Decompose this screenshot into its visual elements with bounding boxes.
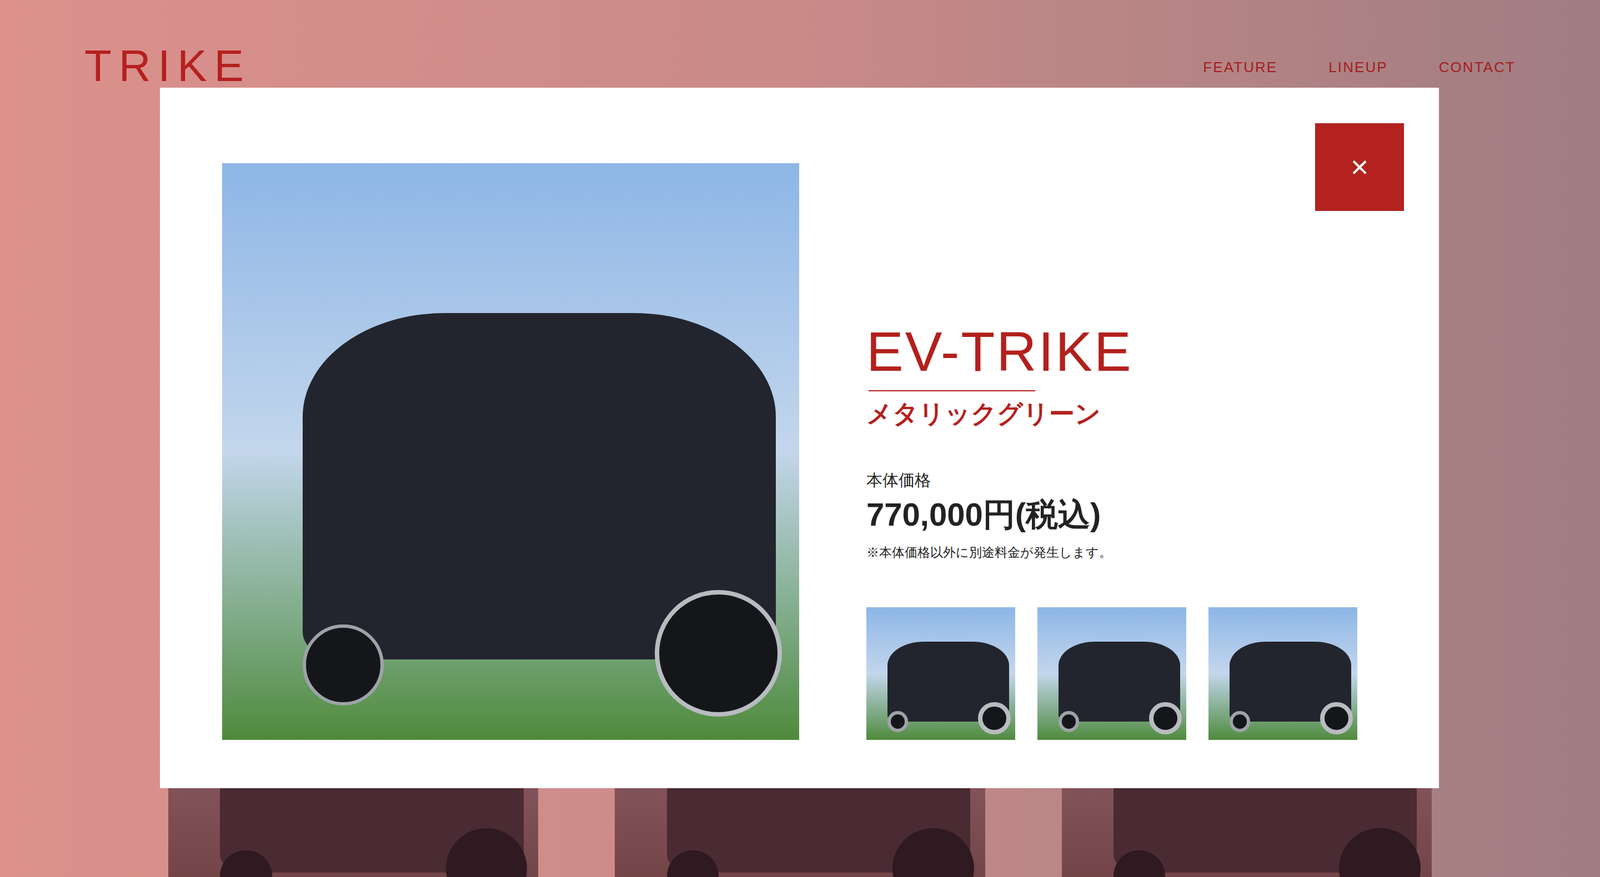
main-photo xyxy=(222,163,800,741)
thumbnail-list xyxy=(866,607,1358,741)
logo[interactable]: TRIKE xyxy=(84,43,252,89)
product-title: EV-TRIKE xyxy=(866,323,1358,380)
wheel-icon xyxy=(302,624,384,706)
wheel-icon xyxy=(977,702,1011,736)
close-button[interactable]: × xyxy=(1315,123,1404,212)
thumbnail[interactable] xyxy=(1037,607,1187,741)
thumbnail[interactable] xyxy=(1208,607,1358,741)
nav-link[interactable]: CONTACT xyxy=(1438,56,1516,79)
wheel-icon xyxy=(1149,702,1182,736)
price-label: 本体価格 xyxy=(866,470,1358,491)
wheel-icon xyxy=(1229,711,1251,733)
wheel-icon xyxy=(654,590,782,718)
thumbnail[interactable] xyxy=(866,607,1016,741)
color-name: メタリックグリーン xyxy=(866,398,1358,431)
main-nav: FEATURE LINEUP CONTACT xyxy=(1202,56,1516,79)
wheel-icon xyxy=(887,711,909,733)
nav-link[interactable]: FEATURE xyxy=(1202,56,1278,79)
title-underline xyxy=(868,390,1036,392)
nav-link[interactable]: LINEUP xyxy=(1328,56,1388,79)
wheel-icon xyxy=(1058,711,1080,733)
product-info: EV-TRIKE メタリックグリーン本体価格 770,000円(税込) ※本体価格以外… xyxy=(866,163,1358,741)
wheel-icon xyxy=(1320,702,1353,736)
product-modal: × EV-TRIKE メタリックグリーン本体価格 770,000円(税込) ※本体価格以… xyxy=(159,87,1439,789)
price-note: ※本体価格以外に別途料金が発生します。 xyxy=(866,544,1358,561)
price: 770,000円(税込) xyxy=(866,494,1358,536)
